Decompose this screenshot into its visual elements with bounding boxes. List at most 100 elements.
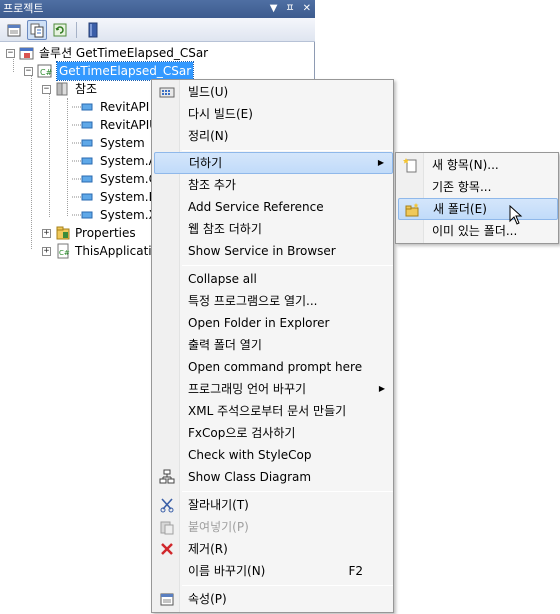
paste-icon [160,521,174,535]
refresh-icon [53,23,67,36]
properties-button[interactable] [4,20,24,40]
menu-item-label: 새 항목(N)... [432,158,499,172]
tree-line [31,74,32,249]
menu-item-label: 다시 빌드(E) [188,107,253,121]
assembly-reference-icon [72,103,93,111]
svg-text:C#: C# [40,68,53,77]
menu-item-label: 이미 있는 폴더... [432,224,518,238]
assembly-reference-icon [72,139,93,147]
assembly-reference-icon [72,121,93,129]
menu-item-show-service-browser[interactable]: Show Service in Browser [154,240,393,262]
menu-item-collapse-all[interactable]: Collapse all [154,268,393,290]
properties-icon [7,24,21,36]
new-folder-icon [405,203,419,217]
show-all-files-icon [30,23,44,37]
menu-item-class-diagram[interactable]: Show Class Diagram [154,466,393,488]
menu-item-change-language[interactable]: 프로그래밍 언어 바꾸기 ▶ [154,378,393,400]
menu-item-open-output-folder[interactable]: 출력 폴더 열기 [154,334,393,356]
menu-item-properties[interactable]: 속성(P) [154,588,393,610]
menu-item-label: Open Folder in Explorer [188,316,330,330]
submenu-item-existing-item[interactable]: 기존 항목... [398,176,558,198]
menu-item-rename[interactable]: 이름 바꾸기(N) F2 [154,560,393,582]
menu-item-label: 출력 폴더 열기 [188,338,262,352]
panel-pin-button[interactable]: ㅍ [285,0,294,18]
menu-separator [182,491,393,492]
solution-icon [19,47,34,60]
this-application-label: ThisApplicatio [75,244,159,258]
build-icon [159,87,175,98]
expand-expander[interactable]: + [42,228,51,238]
tree-line [67,98,68,216]
show-all-files-button[interactable] [27,19,47,40]
menu-item-label: 이름 바꾸기(N) [188,564,266,578]
tree-node-reference[interactable]: RevitAPIU [72,116,158,134]
properties-icon [160,593,174,606]
menu-item-label: FxCop으로 검사하기 [188,426,296,440]
menu-item-open-command-prompt[interactable]: Open command prompt here [154,356,393,378]
menu-item-xml-docs[interactable]: XML 주석으로부터 문서 만들기 [154,400,393,422]
collapse-expander[interactable]: − [42,84,51,94]
tree-line [49,92,50,217]
menu-item-label: Collapse all [188,272,257,286]
properties-label: Properties [75,226,136,240]
menu-item-open-with[interactable]: 특정 프로그램으로 열기... [154,290,393,312]
submenu-arrow-icon: ▶ [377,158,384,167]
menu-item-label: Add Service Reference [188,200,324,214]
menu-item-add-reference[interactable]: 참조 추가 [154,174,393,196]
reference-label: RevitAPI [100,100,150,114]
properties-folder-icon [56,226,70,240]
view-code-button[interactable] [83,20,103,40]
refresh-button[interactable] [50,20,70,40]
svg-text:C#: C# [59,249,70,257]
collapse-expander[interactable]: − [24,66,33,76]
mouse-cursor-icon [509,204,523,228]
menu-item-stylecop[interactable]: Check with StyleCop [154,444,393,466]
delete-icon [161,543,173,555]
references-folder-icon [56,82,68,96]
panel-close-button[interactable]: ✕ [303,0,311,18]
submenu-item-existing-folder[interactable]: 이미 있는 폴더... [398,220,558,242]
menu-separator [182,150,393,151]
menu-item-rebuild[interactable]: 다시 빌드(E) [154,103,393,125]
menu-item-open-folder-explorer[interactable]: Open Folder in Explorer [154,312,393,334]
menu-item-label: 붙여넣기(P) [188,520,249,534]
menu-item-paste[interactable]: 붙여넣기(P) [154,516,393,538]
tree-node-properties[interactable]: + Properties [42,224,136,242]
menu-item-remove[interactable]: 제거(R) [154,538,393,560]
tree-node-reference[interactable]: System.Xr [72,206,162,224]
tree-node-this-application[interactable]: + C# ThisApplicatio [42,242,159,260]
menu-item-label: Check with StyleCop [188,448,312,462]
menu-item-add-service-reference[interactable]: Add Service Reference [154,196,393,218]
menu-item-clean[interactable]: 정리(N) [154,125,393,147]
expand-expander[interactable]: + [42,246,51,256]
panel-titlebar: 프로젝트 ▼ ㅍ ✕ [0,0,315,18]
toolbar-separator [76,21,77,38]
collapse-expander[interactable]: − [6,48,15,58]
tree-node-reference[interactable]: System.Ac [72,152,163,170]
tree-node-reference[interactable]: RevitAPI [72,98,149,116]
class-diagram-icon [159,469,175,484]
assembly-reference-icon [72,175,93,183]
panel-toolbar [0,18,315,42]
menu-item-label: 프로그래밍 언어 바꾸기 [188,382,307,396]
submenu-item-new-item[interactable]: 새 항목(N)... [398,154,558,176]
submenu-item-new-folder[interactable]: 새 폴더(E) [398,198,558,220]
tree-node-project[interactable]: − C# GetTimeElapsed_CSar [24,61,195,81]
add-submenu: 새 항목(N)... 기존 항목... 새 폴더(E) 이미 있는 폴더... [395,152,559,244]
menu-item-add[interactable]: 더하기 ▶ [154,152,393,174]
panel-menu-button[interactable]: ▼ [270,0,278,18]
submenu-arrow-icon: ▶ [378,384,385,393]
menu-item-label: 제거(R) [188,542,228,556]
project-label: GetTimeElapsed_CSar [55,61,195,81]
menu-item-label: Show Class Diagram [188,470,312,484]
menu-item-add-web-reference[interactable]: 웹 참조 더하기 [154,218,393,240]
menu-item-cut[interactable]: 잘라내기(T) [154,494,393,516]
tree-node-reference[interactable]: System [72,134,145,152]
tree-node-references[interactable]: − 참조 [42,80,97,98]
menu-item-fxcop[interactable]: FxCop으로 검사하기 [154,422,393,444]
new-item-icon [403,158,417,173]
csharp-project-icon: C# [37,64,53,78]
menu-separator [182,585,393,586]
menu-item-build[interactable]: 빌드(U) [154,81,393,103]
tree-node-solution[interactable]: − 솔루션 GetTimeElapsed_CSar [6,44,208,62]
